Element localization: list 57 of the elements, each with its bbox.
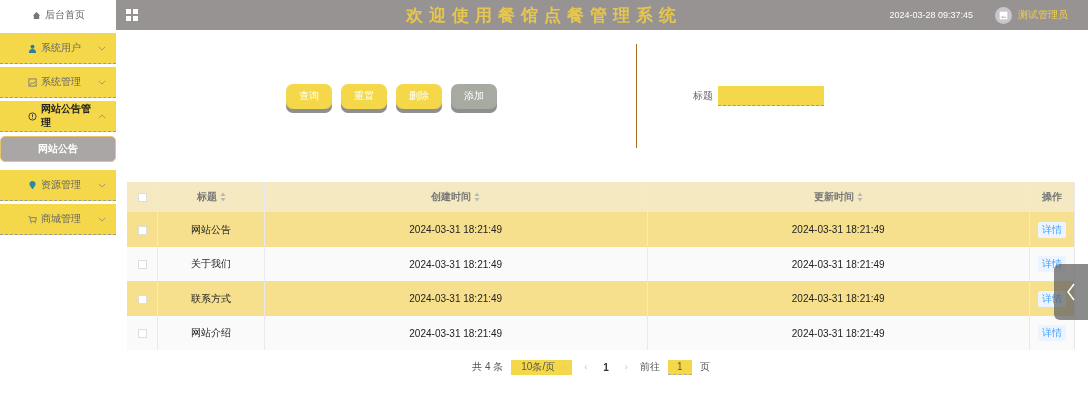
column-header[interactable]: 标题: [196, 190, 217, 204]
table-cell: 2024-03-31 18:21:49: [647, 316, 1030, 350]
home-label: 后台首页: [44, 8, 85, 22]
menu-item[interactable]: 商城管理: [0, 204, 116, 235]
page-number[interactable]: 1: [599, 361, 613, 373]
app-title: 欢迎使用餐馆点餐管理系统: [404, 4, 683, 27]
datetime: 2024-03-28 09:37:45: [889, 10, 973, 20]
table-cell: 网站介绍: [157, 316, 265, 350]
avatar-icon[interactable]: [995, 6, 1012, 24]
row-checkbox[interactable]: [137, 329, 147, 339]
sort-icon[interactable]: [219, 192, 226, 202]
location-pin-icon: [28, 180, 37, 190]
table-cell: 2024-03-31 18:21:49: [264, 316, 647, 350]
menu-item[interactable]: 资源管理: [0, 170, 116, 201]
sort-icon[interactable]: [856, 192, 863, 202]
goto-label: 前往: [639, 360, 660, 374]
chevron-icon: [98, 216, 106, 222]
home-link[interactable]: 后台首页: [0, 0, 116, 30]
page-size-select[interactable]: 10条/页: [511, 359, 573, 375]
row-checkbox[interactable]: [137, 294, 147, 304]
column-header[interactable]: 更新时间: [813, 190, 854, 204]
chevron-icon: [98, 45, 106, 51]
info-icon: [28, 111, 37, 121]
user-icon: [28, 43, 37, 53]
row-checkbox[interactable]: [137, 260, 147, 270]
menu-label: 资源管理: [41, 178, 82, 192]
menu-label: 系统用户: [41, 41, 82, 55]
sort-icon[interactable]: [474, 192, 481, 202]
column-header[interactable]: 创建时间: [431, 190, 472, 204]
menu-label: 商城管理: [41, 212, 82, 226]
prev-page-button[interactable]: ‹: [580, 362, 592, 372]
title-input[interactable]: [718, 86, 824, 106]
menu-item[interactable]: 系统管理: [0, 67, 116, 98]
goto-page-input[interactable]: 1: [667, 359, 692, 375]
total-count: 共 4 条: [472, 360, 504, 374]
caret-icon: [562, 365, 568, 369]
image-icon: [28, 77, 37, 87]
menu-item[interactable]: 网站公告管理: [0, 101, 116, 132]
user-name[interactable]: 测试管理员: [1018, 8, 1068, 22]
chevron-icon: [98, 182, 106, 188]
menu-label: 系统管理: [41, 75, 82, 89]
next-page-button[interactable]: ›: [620, 362, 632, 372]
field-label: 标题: [693, 89, 713, 103]
chevron-icon: [98, 79, 106, 85]
row-checkbox[interactable]: [137, 225, 147, 235]
cart-icon: [28, 214, 37, 224]
page-unit: 页: [699, 360, 710, 374]
chevron-icon: [98, 113, 106, 119]
home-icon: [31, 10, 41, 20]
menu-grid-icon[interactable]: [126, 9, 138, 21]
chevron-left-icon: [1066, 282, 1076, 302]
select-all-checkbox[interactable]: [137, 193, 147, 203]
details-button[interactable]: 详情: [1038, 221, 1066, 238]
submenu-item[interactable]: 网站公告: [0, 136, 116, 162]
details-button[interactable]: 详情: [1038, 325, 1066, 341]
menu-item[interactable]: 系统用户: [0, 33, 116, 64]
menu-label: 网站公告管理: [41, 102, 92, 130]
